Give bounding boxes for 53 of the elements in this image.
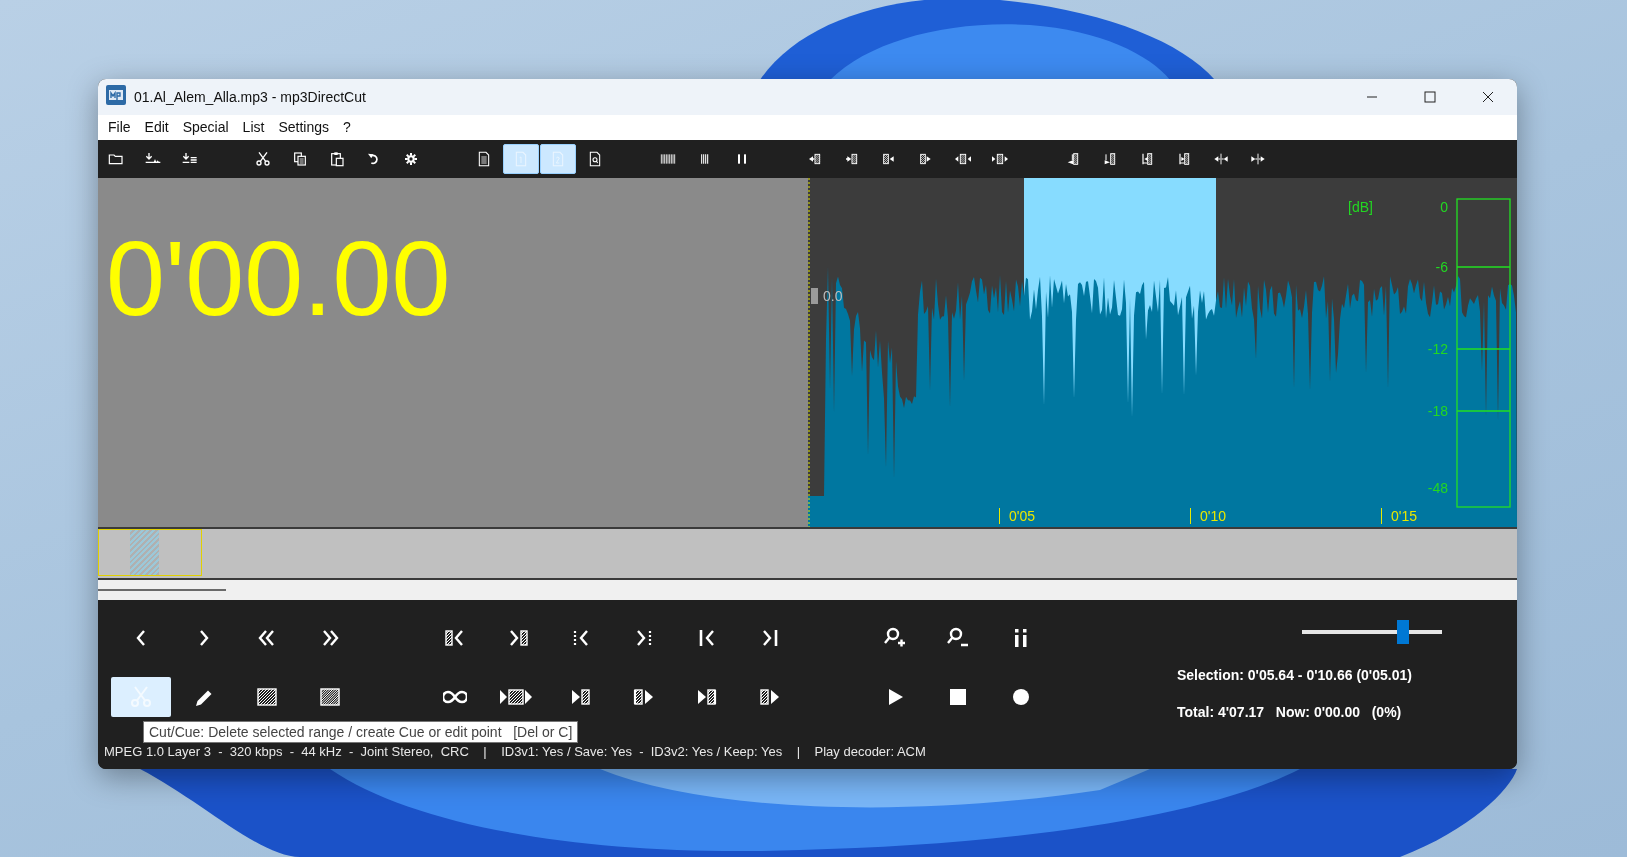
db-scale-label: -6: [1435, 259, 1448, 275]
hatched-square-icon: [318, 685, 342, 709]
app-logo-icon: [106, 85, 126, 105]
peak-label: 0.0: [823, 288, 843, 304]
document-search-icon: [587, 151, 603, 167]
block-arrow-icon: [881, 151, 897, 167]
db-scale-label: -12: [1427, 341, 1448, 357]
document-icon: [476, 151, 492, 167]
position-info: Total: 4'07.17 Now: 0'00.00 (0%): [1177, 704, 1403, 720]
tooltip: Cut/Cue: Delete selected range / create Cue or edit point [Del or C]: [143, 721, 579, 743]
db-unit-label: [dB]: [1348, 199, 1373, 215]
zoom-in-icon: [883, 626, 907, 650]
hatched-square-icon: [255, 685, 279, 709]
scissors-icon: [255, 151, 271, 167]
menu-item[interactable]: List: [235, 115, 272, 140]
menu-item[interactable]: ?: [336, 115, 358, 140]
selection-info: Selection: 0'05.64 - 0'10.66 (0'05.01): [1177, 667, 1413, 683]
overview-strip[interactable]: [98, 527, 1517, 578]
scroll-track[interactable]: [98, 589, 226, 591]
maximize-icon: [1424, 91, 1436, 103]
slider-thumb[interactable]: [1396, 620, 1409, 644]
vertical-bars-icon: [660, 151, 676, 167]
close-icon: [1482, 91, 1494, 103]
status-bar-text: MPEG 1.0 Layer 3 - 320 kbps - 44 kHz - Joint Stereo, CRC | ID3v1: Yes / Save: Yes - ID3v2: Yes / Keep: Yes | Play decoder: ACM: [104, 744, 926, 760]
document-icon: [550, 151, 566, 167]
arrow-marker-icon: [1176, 151, 1192, 167]
overview-selection: [130, 530, 159, 575]
window-title: 01.Al_Alem_Alla.mp3 - mp3DirectCut: [134, 89, 366, 105]
copy-icon: [292, 151, 308, 167]
time-display: 0'00.00: [106, 222, 451, 334]
paste-icon: [329, 151, 345, 167]
arrow-block-icon: [992, 151, 1008, 167]
zoom-slider[interactable]: [1302, 618, 1442, 646]
db-scale-label: -18: [1427, 403, 1448, 419]
db-scale-label: -48: [1427, 480, 1448, 496]
menu-item[interactable]: Special: [175, 115, 236, 140]
menu-item[interactable]: File: [101, 115, 138, 140]
folder-icon: [108, 151, 124, 167]
arrow-marker-icon: [1250, 151, 1266, 167]
menu-item[interactable]: Settings: [271, 115, 336, 140]
arrow-marker-icon: [1139, 151, 1155, 167]
arrow-block-icon: [807, 151, 823, 167]
menu-item[interactable]: Edit: [137, 115, 176, 140]
peak-marker: [811, 288, 818, 304]
document-icon: [513, 151, 529, 167]
arrow-block-icon: [955, 151, 971, 167]
arrow-marker-icon: [1065, 151, 1081, 167]
arrow-marker-icon: [1102, 151, 1118, 167]
gear-icon: [403, 151, 419, 167]
db-scale-label: 0: [1440, 199, 1448, 215]
arrow-marker-icon: [1213, 151, 1229, 167]
arrow-block-icon: [844, 151, 860, 167]
scissors-icon: [129, 685, 153, 709]
